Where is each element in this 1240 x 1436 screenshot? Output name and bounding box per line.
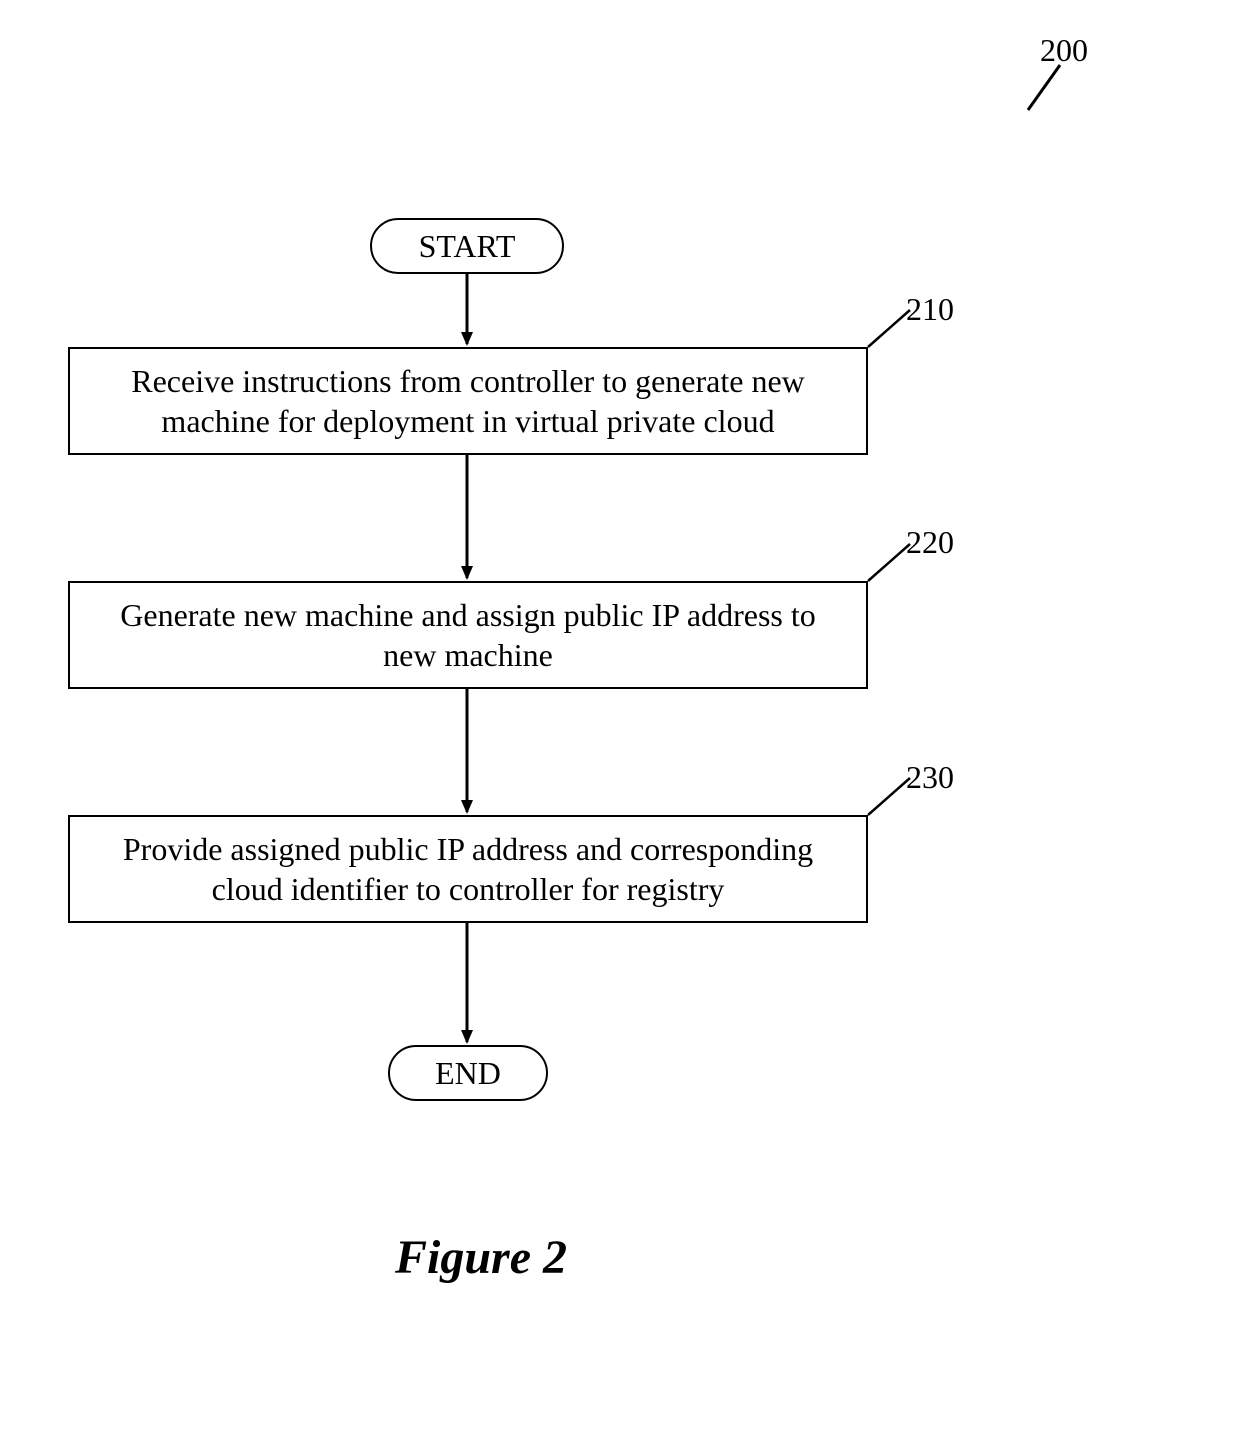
process-step-230-text: Provide assigned public IP address and c… bbox=[90, 829, 846, 909]
process-step-220: Generate new machine and assign public I… bbox=[68, 581, 868, 689]
flow-arrows bbox=[0, 0, 1240, 1436]
end-terminal: END bbox=[388, 1045, 548, 1101]
process-step-230: Provide assigned public IP address and c… bbox=[68, 815, 868, 923]
start-terminal: START bbox=[370, 218, 564, 274]
end-label: END bbox=[435, 1055, 501, 1092]
figure-tick-200 bbox=[0, 0, 1240, 1436]
ref-label-220: 220 bbox=[906, 524, 954, 561]
start-label: START bbox=[419, 228, 516, 265]
ref-label-210: 210 bbox=[906, 291, 954, 328]
figure-caption: Figure 2 bbox=[395, 1230, 567, 1285]
process-step-220-text: Generate new machine and assign public I… bbox=[90, 595, 846, 675]
ref-label-230: 230 bbox=[906, 759, 954, 796]
process-step-210-text: Receive instructions from controller to … bbox=[90, 361, 846, 441]
figure-reference-200: 200 bbox=[1040, 32, 1088, 69]
process-step-210: Receive instructions from controller to … bbox=[68, 347, 868, 455]
